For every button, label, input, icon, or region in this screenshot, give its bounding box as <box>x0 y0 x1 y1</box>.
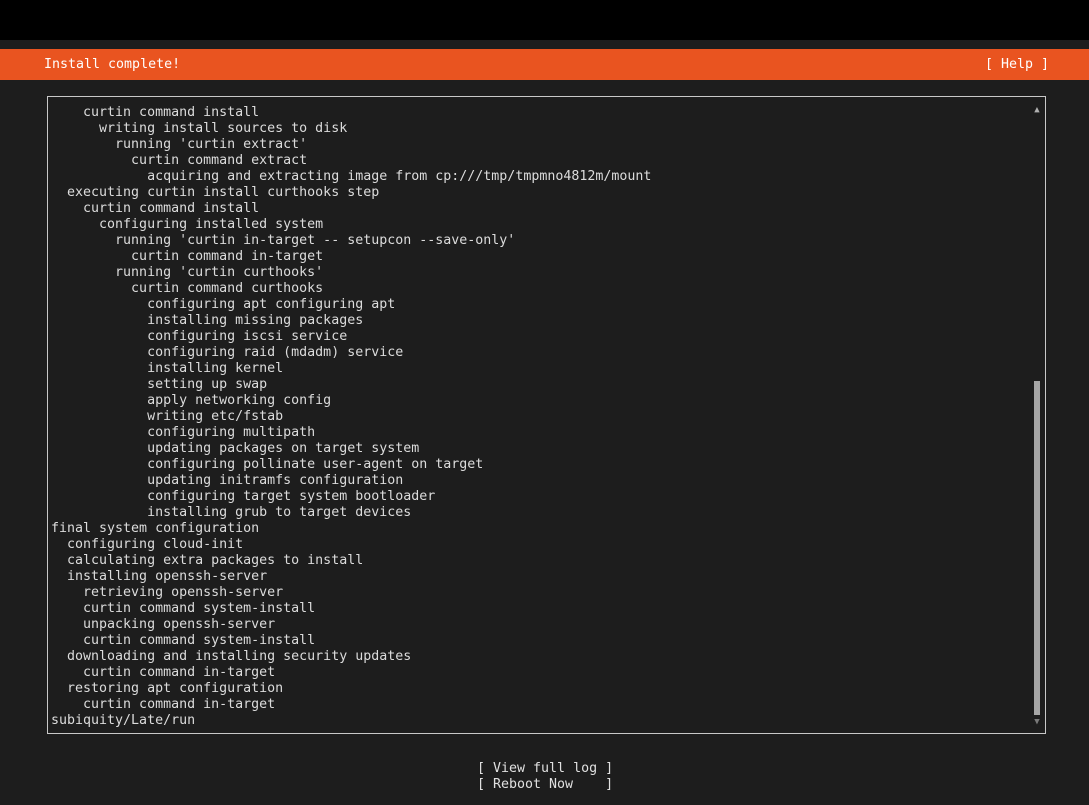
log-line: curtin command install <box>51 105 260 120</box>
log-line: final system configuration <box>51 521 260 536</box>
log-line: curtin command in-target <box>51 249 324 264</box>
log-line: installing kernel <box>51 361 284 376</box>
page-title: Install complete! <box>44 57 181 72</box>
log-line: restoring apt configuration <box>51 681 284 696</box>
install-log-panel[interactable]: curtin command install writing install s… <box>47 96 1046 734</box>
log-line: configuring cloud-init <box>51 537 244 552</box>
log-line: running 'curtin curthooks' <box>51 265 324 280</box>
log-line: apply networking config <box>51 393 332 408</box>
log-line: unpacking openssh-server <box>51 617 276 632</box>
scroll-down-arrow-icon[interactable]: ▼ <box>1033 717 1041 727</box>
log-line: running 'curtin in-target -- setupcon --… <box>51 233 516 248</box>
log-line: curtin command system-install <box>51 633 316 648</box>
log-line: curtin command in-target <box>51 665 276 680</box>
scroll-up-arrow-icon[interactable]: ▲ <box>1033 105 1041 115</box>
log-line: writing install sources to disk <box>51 121 348 136</box>
log-lines: curtin command install writing install s… <box>51 105 1031 729</box>
log-line: curtin command install <box>51 201 260 216</box>
view-full-log-button[interactable]: [ View full log ] <box>477 761 617 777</box>
log-line: running 'curtin extract' <box>51 137 308 152</box>
help-button[interactable]: [ Help ] <box>985 57 1049 73</box>
log-line: configuring pollinate user-agent on targ… <box>51 457 484 472</box>
log-line: configuring target system bootloader <box>51 489 436 504</box>
action-buttons: [ View full log ] [ Reboot Now ] <box>477 761 617 793</box>
log-line: updating initramfs configuration <box>51 473 404 488</box>
log-line: subiquity/Late/run <box>51 713 196 728</box>
log-line: executing curtin install curthooks step <box>51 185 380 200</box>
log-line: installing missing packages <box>51 313 364 328</box>
log-line: curtin command curthooks <box>51 281 324 296</box>
scroll-thumb[interactable] <box>1034 381 1040 715</box>
log-line: calculating extra packages to install <box>51 553 364 568</box>
log-line: writing etc/fstab <box>51 409 284 424</box>
log-line: acquiring and extracting image from cp:/… <box>51 169 652 184</box>
log-line: configuring apt configuring apt <box>51 297 396 312</box>
log-line: updating packages on target system <box>51 441 420 456</box>
header-bar: Install complete! [ Help ] <box>0 49 1089 80</box>
log-line: setting up swap <box>51 377 268 392</box>
scroll-track[interactable] <box>1034 119 1040 715</box>
log-line: curtin command in-target <box>51 697 276 712</box>
log-line: configuring multipath <box>51 425 316 440</box>
log-line: installing grub to target devices <box>51 505 412 520</box>
log-line: curtin command system-install <box>51 601 316 616</box>
log-line: installing openssh-server <box>51 569 268 584</box>
log-line: downloading and installing security upda… <box>51 649 412 664</box>
log-line: configuring iscsi service <box>51 329 348 344</box>
log-scrollbar[interactable]: ▲ ▼ <box>1033 105 1041 727</box>
log-line: configuring installed system <box>51 217 324 232</box>
reboot-now-button[interactable]: [ Reboot Now ] <box>477 777 617 793</box>
log-line: configuring raid (mdadm) service <box>51 345 404 360</box>
log-line: retrieving openssh-server <box>51 585 284 600</box>
log-line: curtin command extract <box>51 153 308 168</box>
